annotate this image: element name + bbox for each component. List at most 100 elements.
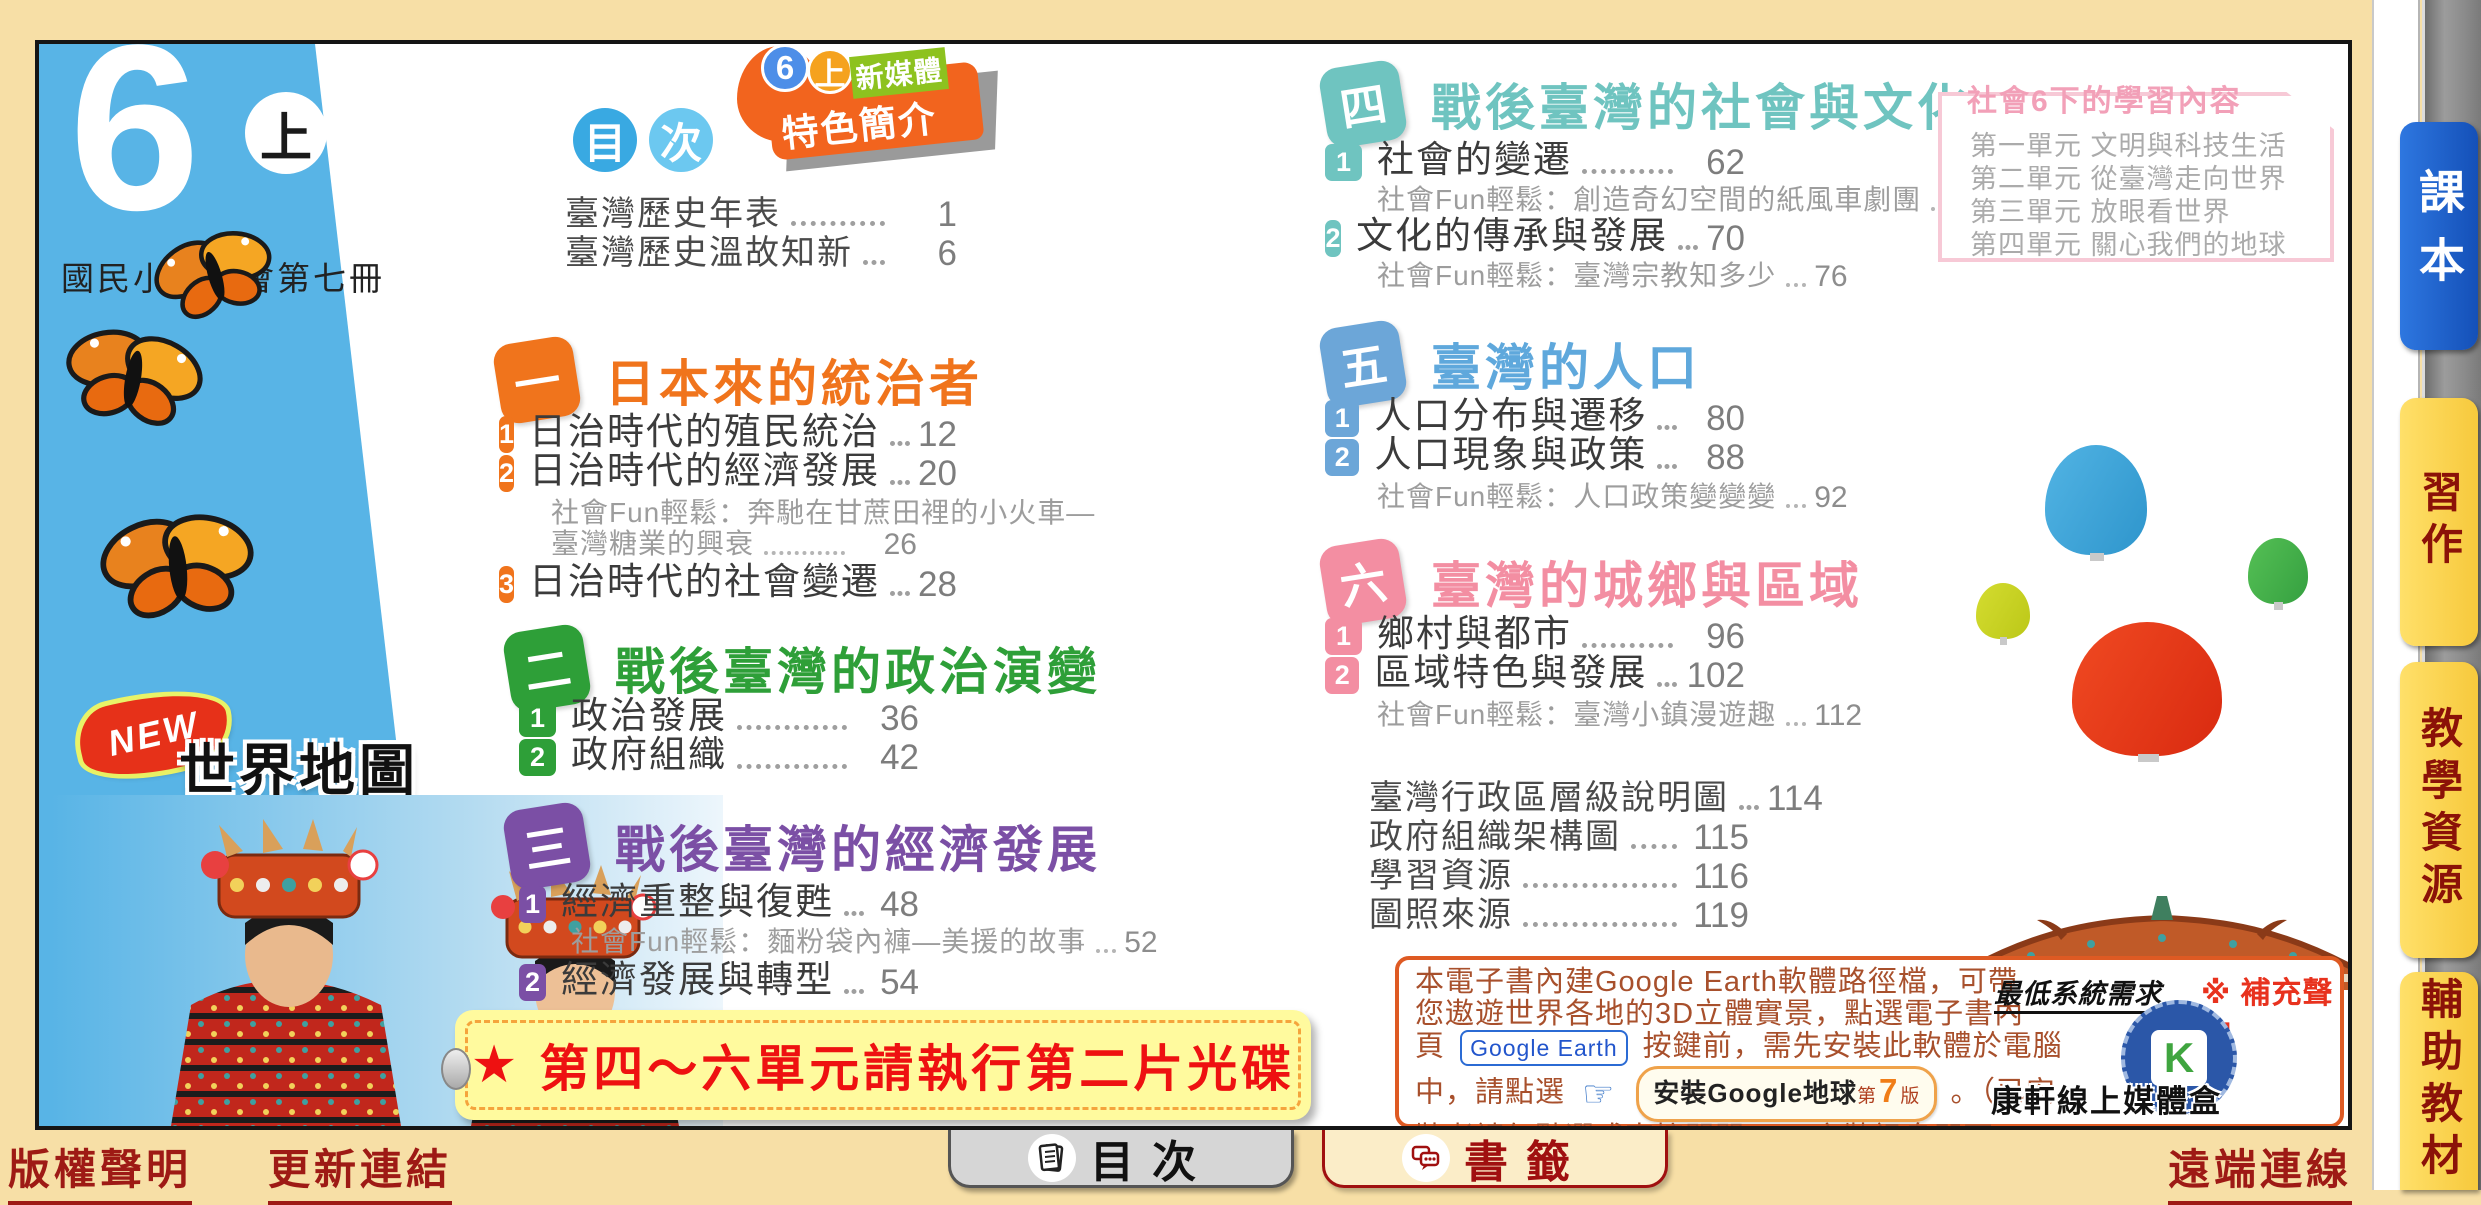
toc-sub-entry[interactable]: 社會Fun輕鬆：臺灣宗教知多少 76 bbox=[1377, 263, 1745, 294]
copyright-link[interactable]: 版權聲明 bbox=[8, 1136, 192, 1205]
dot-leader bbox=[1096, 949, 1116, 953]
sky-lantern-yellow bbox=[1976, 583, 2030, 639]
dot-leader bbox=[1523, 883, 1677, 888]
version-suffix: 版 bbox=[1900, 1075, 1920, 1119]
toc-entry-label: 社會的變遷 bbox=[1377, 129, 1572, 183]
item-number-badge: 3 bbox=[499, 566, 514, 603]
item-number-badge: 2 bbox=[1325, 439, 1359, 476]
toc-entry[interactable]: 2 人口現象與政策 88 bbox=[1325, 439, 1745, 478]
page-number: 6 bbox=[893, 234, 957, 274]
update-link[interactable]: 更新連結 bbox=[268, 1136, 452, 1205]
dot-leader bbox=[844, 989, 864, 994]
side-tab-textbook[interactable]: 課本 bbox=[2400, 122, 2478, 350]
info-line-3: 頁 Google Earth 按鍵前，需先安裝此軟體於電腦 bbox=[1415, 1030, 2055, 1066]
pointing-hand-icon: ☞ bbox=[1582, 1073, 1615, 1114]
item-number-badge: 1 bbox=[499, 416, 514, 453]
side-tab-label: 輔助教材 bbox=[2409, 977, 2470, 1185]
star-icon: ★ bbox=[471, 1035, 518, 1095]
toc-entry-label: 經濟重整與復甦 bbox=[561, 871, 834, 925]
min-system-requirements-link[interactable]: 最低系統需求 bbox=[1994, 972, 2162, 1014]
speech-bubbles-icon bbox=[1402, 1134, 1450, 1182]
dot-leader bbox=[1657, 682, 1677, 687]
toc-title-char: 目 bbox=[573, 108, 637, 172]
dot-leader bbox=[1631, 844, 1677, 849]
info-line-3-pre: 頁 bbox=[1415, 1031, 1445, 1063]
install-button-label: 安裝Google地球 bbox=[1653, 1071, 1857, 1115]
install-google-earth-button[interactable]: 安裝Google地球 第 7 版 bbox=[1636, 1066, 1937, 1122]
page-number: 80 bbox=[1685, 399, 1745, 439]
page-number: 12 bbox=[918, 415, 957, 455]
sky-lantern-green bbox=[2248, 538, 2308, 604]
side-tab-label: 課本 bbox=[2406, 168, 2472, 304]
toc-tab-label: 目次 bbox=[1090, 1126, 1214, 1190]
dot-leader bbox=[1739, 805, 1759, 810]
ebook-page: 6 上 國民小學社會第七冊 NEW 世界地圖 bbox=[35, 40, 2352, 1130]
page-number: 112 bbox=[1814, 699, 1862, 733]
grade-number: 6 bbox=[69, 40, 194, 246]
dot-leader bbox=[863, 260, 885, 265]
item-number-badge: 2 bbox=[499, 455, 514, 492]
toc-entry-label: 經濟發展與轉型 bbox=[561, 949, 834, 1003]
toc-entry-label: 社會Fun輕鬆：人口政策變變變 bbox=[1377, 475, 1776, 515]
remote-connection-link[interactable]: 遠端連線 bbox=[2168, 1136, 2352, 1205]
side-tab-label: 習作 bbox=[2409, 470, 2470, 574]
toc-entry-label: 圖照來源 bbox=[1369, 887, 1513, 936]
butterfly-icon bbox=[77, 500, 278, 635]
page-number: 92 bbox=[1814, 481, 1847, 515]
toc-entry[interactable]: 3 日治時代的社會變遷 28 bbox=[499, 566, 917, 605]
toc-entry[interactable]: 2 政府組織 42 bbox=[519, 739, 919, 778]
page-number: 20 bbox=[918, 454, 957, 494]
feature-intro-badge[interactable]: 6 上 新媒體 特色簡介 bbox=[729, 44, 1009, 174]
page-number: 76 bbox=[1814, 260, 1847, 294]
version-prefix: 第 bbox=[1857, 1075, 1877, 1119]
page-number: 119 bbox=[1685, 896, 1749, 936]
toc-sub-entry[interactable]: 社會Fun輕鬆：臺灣小鎮漫遊趣 112 bbox=[1377, 702, 1745, 733]
next-volume-item: 第四單元 關心我們的地球 bbox=[1970, 229, 2330, 262]
google-earth-button[interactable]: Google Earth bbox=[1460, 1030, 1628, 1066]
toc-sub-entry[interactable]: 社會Fun輕鬆：人口政策變變變 92 bbox=[1377, 484, 1745, 515]
toc-entry[interactable]: 2 經濟發展與轉型 54 bbox=[519, 964, 919, 1003]
logo-letter: K bbox=[2164, 1034, 2194, 1082]
toc-entry[interactable]: 臺灣歷史溫故知新 6 bbox=[565, 235, 957, 274]
next-volume-list: 第一單元 文明與科技生活 第二單元 從臺灣走向世界 第三單元 放眼看世界 第四單… bbox=[1942, 96, 2330, 262]
dot-leader bbox=[1786, 504, 1806, 508]
bookmark-bottom-tab[interactable]: 書籤 bbox=[1322, 1130, 1668, 1188]
dot-leader bbox=[737, 725, 847, 730]
side-tab-supplementary-materials[interactable]: 輔助教材 bbox=[2400, 972, 2478, 1190]
item-number-badge: 1 bbox=[519, 886, 546, 923]
dot-leader bbox=[1786, 722, 1806, 726]
item-number-badge: 2 bbox=[1325, 657, 1359, 694]
ebook-reader: { "theme": { "frame_bg": "#F7DFA6", "pan… bbox=[0, 0, 2481, 1190]
page-number: 102 bbox=[1685, 656, 1745, 696]
semester-badge: 上 bbox=[245, 92, 327, 174]
toc-entry[interactable]: 2 區域特色與發展 102 bbox=[1325, 657, 1745, 696]
toc-entry-label: 日治時代的經濟發展 bbox=[529, 440, 880, 494]
google-earth-info-box: 本電子書內建Google Earth軟體路徑檔，可帶 您遨遊世界各地的3D立體實… bbox=[1395, 956, 2344, 1128]
toc-entry[interactable]: 2 日治時代的經濟發展 20 bbox=[499, 455, 917, 494]
toc-title: 目 次 bbox=[573, 108, 713, 172]
page-number: 62 bbox=[1681, 143, 1745, 183]
badge-grade: 6 bbox=[761, 44, 809, 92]
disc-notice-text: 第四～六單元請執行第二片光碟 bbox=[539, 1029, 1295, 1101]
side-tab-workbook[interactable]: 習作 bbox=[2400, 398, 2478, 646]
bookmark-tab-label: 書籤 bbox=[1464, 1126, 1588, 1190]
info-line-4: 中，請點選 ☞ 安裝Google地球 第 7 版 。（已安 bbox=[1415, 1066, 2055, 1122]
page-number: 116 bbox=[1685, 857, 1749, 897]
disc-notice-banner: ★ 第四～六單元請執行第二片光碟 bbox=[455, 1010, 1311, 1120]
page-number: 96 bbox=[1681, 617, 1745, 657]
dot-leader bbox=[1523, 922, 1677, 927]
toc-entry-label: 區域特色與發展 bbox=[1374, 642, 1647, 696]
dot-leader bbox=[890, 591, 910, 596]
info-text: 本電子書內建Google Earth軟體路徑檔，可帶 您遨遊世界各地的3D立體實… bbox=[1415, 966, 2055, 1130]
side-tab-teaching-resources[interactable]: 教學資源 bbox=[2400, 662, 2478, 958]
info-line-4-pre: 中，請點選 bbox=[1415, 1077, 1565, 1109]
toc-bottom-tab[interactable]: 目次 bbox=[948, 1130, 1294, 1188]
info-line-2: 您遨遊世界各地的3D立體實景，點選電子書內 bbox=[1415, 998, 2055, 1030]
version-number: 7 bbox=[1877, 1069, 1900, 1113]
next-volume-item: 第二單元 從臺灣走向世界 bbox=[1970, 163, 2330, 196]
toc-entry-label: 臺灣歷史溫故知新 bbox=[565, 225, 853, 274]
page-number: 1 bbox=[893, 195, 957, 235]
unit-number: 二 bbox=[519, 632, 575, 704]
toc-entry[interactable]: 圖照來源 119 bbox=[1369, 897, 1749, 936]
page-number: 36 bbox=[855, 699, 919, 739]
